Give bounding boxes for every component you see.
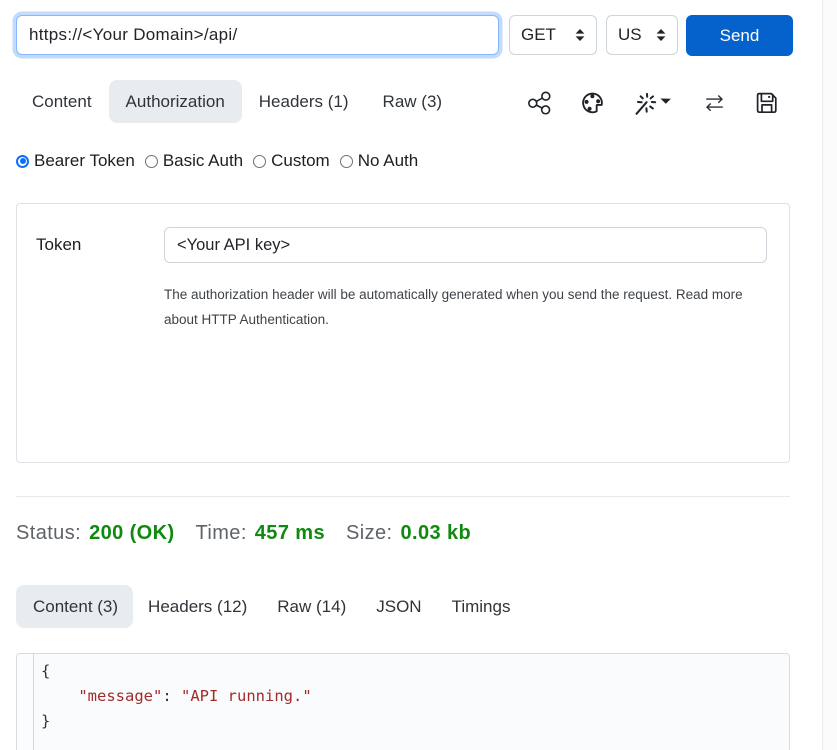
region-select[interactable]: US — [606, 15, 678, 55]
time-group: Time: 457 ms — [196, 522, 326, 545]
resp-tab-raw[interactable]: Raw (14) — [262, 585, 361, 628]
url-input[interactable] — [16, 15, 499, 55]
save-icon[interactable] — [755, 90, 779, 114]
radio-no-auth[interactable]: No Auth — [340, 151, 419, 171]
method-select[interactable]: GET — [509, 15, 597, 55]
auth-panel: Token The authorization header will be a… — [16, 203, 790, 463]
code-gutter — [17, 654, 34, 750]
json-indent — [41, 687, 78, 705]
resp-tab-timings[interactable]: Timings — [437, 585, 526, 628]
resp-tab-headers[interactable]: Headers (12) — [133, 585, 262, 628]
resp-tab-content[interactable]: Content (3) — [16, 585, 133, 628]
json-close-brace: } — [41, 712, 50, 730]
request-bar: GET US Send — [16, 15, 793, 55]
tab-headers[interactable]: Headers (1) — [242, 80, 366, 123]
radio-basic-auth[interactable]: Basic Auth — [145, 151, 243, 171]
method-select-value: GET — [521, 25, 556, 45]
request-tabs: Content Authorization Headers (1) Raw (3… — [16, 80, 790, 123]
radio-unselected-icon[interactable] — [253, 155, 266, 168]
tab-authorization[interactable]: Authorization — [109, 80, 242, 123]
json-colon: : — [162, 687, 181, 705]
radio-label: Custom — [271, 151, 330, 171]
radio-bearer-token[interactable]: Bearer Token — [16, 151, 135, 171]
json-value: "API running." — [181, 687, 312, 705]
section-divider — [16, 496, 790, 497]
radio-unselected-icon[interactable] — [340, 155, 353, 168]
auth-type-options: Bearer Token Basic Auth Custom No Auth — [16, 151, 790, 171]
share-icon[interactable] — [528, 90, 551, 113]
time-label: Time: — [196, 522, 247, 545]
select-updown-icon — [575, 28, 585, 42]
status-value: 200 (OK) — [89, 522, 174, 545]
magic-wand-icon[interactable] — [635, 90, 671, 114]
radio-selected-icon[interactable] — [16, 155, 29, 168]
radio-unselected-icon[interactable] — [145, 155, 158, 168]
size-value: 0.03 kb — [400, 522, 471, 545]
main-content: GET US Send Content Authorization Header… — [0, 0, 822, 750]
radio-custom[interactable]: Custom — [253, 151, 330, 171]
select-updown-icon — [656, 28, 666, 42]
response-tabs: Content (3) Headers (12) Raw (14) JSON T… — [16, 585, 790, 628]
size-label: Size: — [346, 522, 392, 545]
token-input[interactable] — [164, 227, 767, 263]
json-key: "message" — [78, 687, 162, 705]
radio-label: Basic Auth — [163, 151, 243, 171]
response-body: { "message": "API running." } — [16, 653, 790, 750]
radio-label: Bearer Token — [34, 151, 135, 171]
swap-arrows-icon[interactable] — [706, 93, 723, 110]
token-row: Token — [36, 227, 767, 263]
radio-label: No Auth — [358, 151, 419, 171]
region-select-value: US — [618, 25, 642, 45]
status-group: Status: 200 (OK) — [16, 522, 175, 545]
status-bar: Status: 200 (OK) Time: 457 ms Size: 0.03… — [16, 522, 790, 545]
resp-tab-json[interactable]: JSON — [361, 585, 436, 628]
token-help-text: The authorization header will be automat… — [164, 282, 754, 332]
tab-raw[interactable]: Raw (3) — [366, 80, 460, 123]
response-json[interactable]: { "message": "API running." } — [34, 654, 312, 750]
send-button[interactable]: Send — [686, 15, 793, 56]
json-open-brace: { — [41, 662, 50, 680]
status-label: Status: — [16, 522, 81, 545]
app-window: GET US Send Content Authorization Header… — [0, 0, 837, 750]
vertical-scrollbar[interactable] — [822, 0, 837, 750]
toolbar-icons — [528, 89, 779, 114]
size-group: Size: 0.03 kb — [346, 522, 471, 545]
palette-icon[interactable] — [580, 89, 605, 114]
token-label: Token — [36, 235, 164, 255]
time-value: 457 ms — [255, 522, 325, 545]
tab-content[interactable]: Content — [16, 80, 109, 123]
